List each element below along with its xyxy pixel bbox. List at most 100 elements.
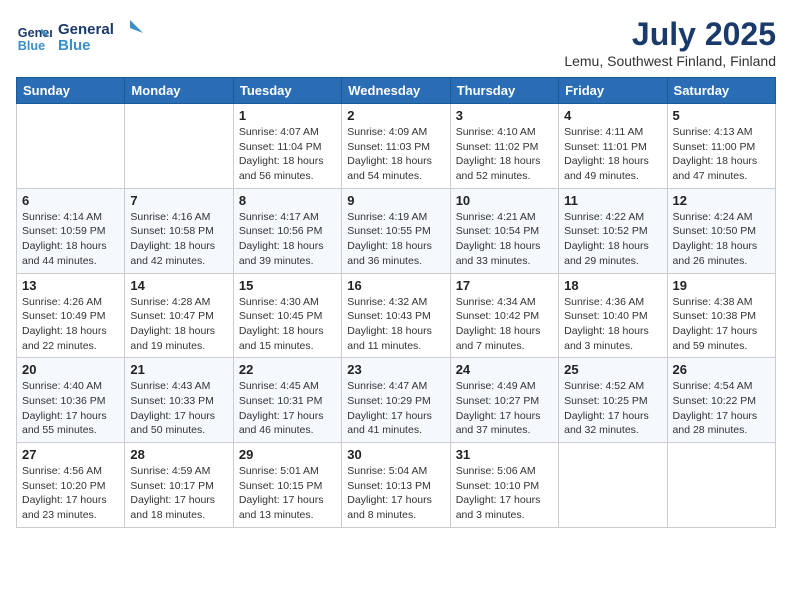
day-detail: Sunrise: 4:13 AM Sunset: 11:00 PM Daylig… (673, 125, 770, 184)
day-detail: Sunrise: 4:16 AM Sunset: 10:58 PM Daylig… (130, 210, 227, 269)
day-number: 27 (22, 447, 119, 462)
day-number: 9 (347, 193, 444, 208)
calendar-cell: 22Sunrise: 4:45 AM Sunset: 10:31 PM Dayl… (233, 358, 341, 443)
calendar-table: SundayMondayTuesdayWednesdayThursdayFrid… (16, 77, 776, 528)
day-detail: Sunrise: 4:56 AM Sunset: 10:20 PM Daylig… (22, 464, 119, 523)
day-number: 10 (456, 193, 553, 208)
calendar-header-row: SundayMondayTuesdayWednesdayThursdayFrid… (17, 78, 776, 104)
calendar-cell: 24Sunrise: 4:49 AM Sunset: 10:27 PM Dayl… (450, 358, 558, 443)
svg-text:Blue: Blue (18, 38, 45, 52)
day-header-saturday: Saturday (667, 78, 775, 104)
calendar-week-3: 13Sunrise: 4:26 AM Sunset: 10:49 PM Dayl… (17, 273, 776, 358)
day-number: 14 (130, 278, 227, 293)
day-header-monday: Monday (125, 78, 233, 104)
title-block: July 2025 Lemu, Southwest Finland, Finla… (564, 16, 776, 69)
calendar-cell: 10 Sunrise: 4:21 AM Sunset: 10:54 PM Dayl… (450, 188, 558, 273)
calendar-title: July 2025 (564, 16, 776, 53)
calendar-cell: 30 Sunrise: 5:04 AM Sunset: 10:13 PM Dayl… (342, 443, 450, 528)
calendar-week-5: 27 Sunrise: 4:56 AM Sunset: 10:20 PM Dayl… (17, 443, 776, 528)
calendar-cell: 14Sunrise: 4:28 AM Sunset: 10:47 PM Dayl… (125, 273, 233, 358)
calendar-cell (17, 104, 125, 189)
day-detail: Sunrise: 4:36 AM Sunset: 10:40 PM Daylig… (564, 295, 661, 354)
day-number: 4 (564, 108, 661, 123)
day-detail: Sunrise: 4:21 AM Sunset: 10:54 PM Daylig… (456, 210, 553, 269)
day-detail: Sunrise: 4:11 AM Sunset: 11:01 PM Daylig… (564, 125, 661, 184)
calendar-cell: 4 Sunrise: 4:11 AM Sunset: 11:01 PM Dayli… (559, 104, 667, 189)
day-number: 25 (564, 362, 661, 377)
day-number: 18 (564, 278, 661, 293)
day-detail: Sunrise: 4:10 AM Sunset: 11:02 PM Daylig… (456, 125, 553, 184)
day-number: 30 (347, 447, 444, 462)
logo-icon: General Blue (16, 21, 52, 57)
day-number: 12 (673, 193, 770, 208)
calendar-cell: 26Sunrise: 4:54 AM Sunset: 10:22 PM Dayl… (667, 358, 775, 443)
day-detail: Sunrise: 4:34 AM Sunset: 10:42 PM Daylig… (456, 295, 553, 354)
day-detail: Sunrise: 4:52 AM Sunset: 10:25 PM Daylig… (564, 379, 661, 438)
calendar-cell: 2Sunrise: 4:09 AM Sunset: 11:03 PM Dayli… (342, 104, 450, 189)
calendar-cell: 3 Sunrise: 4:10 AM Sunset: 11:02 PM Dayli… (450, 104, 558, 189)
calendar-cell: 9 Sunrise: 4:19 AM Sunset: 10:55 PM Dayli… (342, 188, 450, 273)
calendar-cell: 15 Sunrise: 4:30 AM Sunset: 10:45 PM Dayl… (233, 273, 341, 358)
day-number: 29 (239, 447, 336, 462)
day-number: 5 (673, 108, 770, 123)
calendar-cell: 25 Sunrise: 4:52 AM Sunset: 10:25 PM Dayl… (559, 358, 667, 443)
day-detail: Sunrise: 4:45 AM Sunset: 10:31 PM Daylig… (239, 379, 336, 438)
calendar-cell (559, 443, 667, 528)
calendar-week-4: 20Sunrise: 4:40 AM Sunset: 10:36 PM Dayl… (17, 358, 776, 443)
logo: General Blue General Blue (16, 16, 148, 61)
calendar-cell: 29Sunrise: 5:01 AM Sunset: 10:15 PM Dayl… (233, 443, 341, 528)
calendar-cell: 1Sunrise: 4:07 AM Sunset: 11:04 PM Dayli… (233, 104, 341, 189)
calendar-cell: 16 Sunrise: 4:32 AM Sunset: 10:43 PM Dayl… (342, 273, 450, 358)
calendar-cell: 12Sunrise: 4:24 AM Sunset: 10:50 PM Dayl… (667, 188, 775, 273)
day-number: 31 (456, 447, 553, 462)
calendar-cell: 18 Sunrise: 4:36 AM Sunset: 10:40 PM Dayl… (559, 273, 667, 358)
day-header-sunday: Sunday (17, 78, 125, 104)
day-header-friday: Friday (559, 78, 667, 104)
calendar-cell: 6 Sunrise: 4:14 AM Sunset: 10:59 PM Dayli… (17, 188, 125, 273)
day-detail: Sunrise: 4:32 AM Sunset: 10:43 PM Daylig… (347, 295, 444, 354)
day-number: 28 (130, 447, 227, 462)
day-detail: Sunrise: 4:26 AM Sunset: 10:49 PM Daylig… (22, 295, 119, 354)
day-detail: Sunrise: 4:14 AM Sunset: 10:59 PM Daylig… (22, 210, 119, 269)
calendar-cell: 11 Sunrise: 4:22 AM Sunset: 10:52 PM Dayl… (559, 188, 667, 273)
day-detail: Sunrise: 5:04 AM Sunset: 10:13 PM Daylig… (347, 464, 444, 523)
day-number: 7 (130, 193, 227, 208)
day-number: 23 (347, 362, 444, 377)
page-header: General Blue General Blue July 2025 Lemu… (16, 16, 776, 69)
logo-text-svg: General Blue (58, 16, 148, 56)
day-number: 8 (239, 193, 336, 208)
day-header-thursday: Thursday (450, 78, 558, 104)
day-number: 6 (22, 193, 119, 208)
day-detail: Sunrise: 4:22 AM Sunset: 10:52 PM Daylig… (564, 210, 661, 269)
day-number: 11 (564, 193, 661, 208)
calendar-cell: 8Sunrise: 4:17 AM Sunset: 10:56 PM Dayli… (233, 188, 341, 273)
calendar-cell: 21Sunrise: 4:43 AM Sunset: 10:33 PM Dayl… (125, 358, 233, 443)
day-detail: Sunrise: 4:59 AM Sunset: 10:17 PM Daylig… (130, 464, 227, 523)
day-number: 15 (239, 278, 336, 293)
svg-text:General: General (58, 21, 114, 38)
calendar-subtitle: Lemu, Southwest Finland, Finland (564, 53, 776, 69)
day-header-tuesday: Tuesday (233, 78, 341, 104)
day-number: 16 (347, 278, 444, 293)
day-detail: Sunrise: 4:40 AM Sunset: 10:36 PM Daylig… (22, 379, 119, 438)
day-number: 3 (456, 108, 553, 123)
calendar-cell: 17 Sunrise: 4:34 AM Sunset: 10:42 PM Dayl… (450, 273, 558, 358)
calendar-week-1: 1Sunrise: 4:07 AM Sunset: 11:04 PM Dayli… (17, 104, 776, 189)
calendar-cell: 13Sunrise: 4:26 AM Sunset: 10:49 PM Dayl… (17, 273, 125, 358)
day-number: 17 (456, 278, 553, 293)
day-detail: Sunrise: 4:09 AM Sunset: 11:03 PM Daylig… (347, 125, 444, 184)
calendar-cell: 31 Sunrise: 5:06 AM Sunset: 10:10 PM Dayl… (450, 443, 558, 528)
svg-text:Blue: Blue (58, 37, 91, 54)
calendar-cell: 28 Sunrise: 4:59 AM Sunset: 10:17 PM Dayl… (125, 443, 233, 528)
day-number: 24 (456, 362, 553, 377)
calendar-cell: 27 Sunrise: 4:56 AM Sunset: 10:20 PM Dayl… (17, 443, 125, 528)
day-header-wednesday: Wednesday (342, 78, 450, 104)
day-detail: Sunrise: 4:47 AM Sunset: 10:29 PM Daylig… (347, 379, 444, 438)
calendar-cell (667, 443, 775, 528)
day-number: 19 (673, 278, 770, 293)
day-detail: Sunrise: 5:06 AM Sunset: 10:10 PM Daylig… (456, 464, 553, 523)
calendar-cell: 7 Sunrise: 4:16 AM Sunset: 10:58 PM Dayli… (125, 188, 233, 273)
day-number: 26 (673, 362, 770, 377)
day-detail: Sunrise: 4:19 AM Sunset: 10:55 PM Daylig… (347, 210, 444, 269)
day-detail: Sunrise: 4:30 AM Sunset: 10:45 PM Daylig… (239, 295, 336, 354)
